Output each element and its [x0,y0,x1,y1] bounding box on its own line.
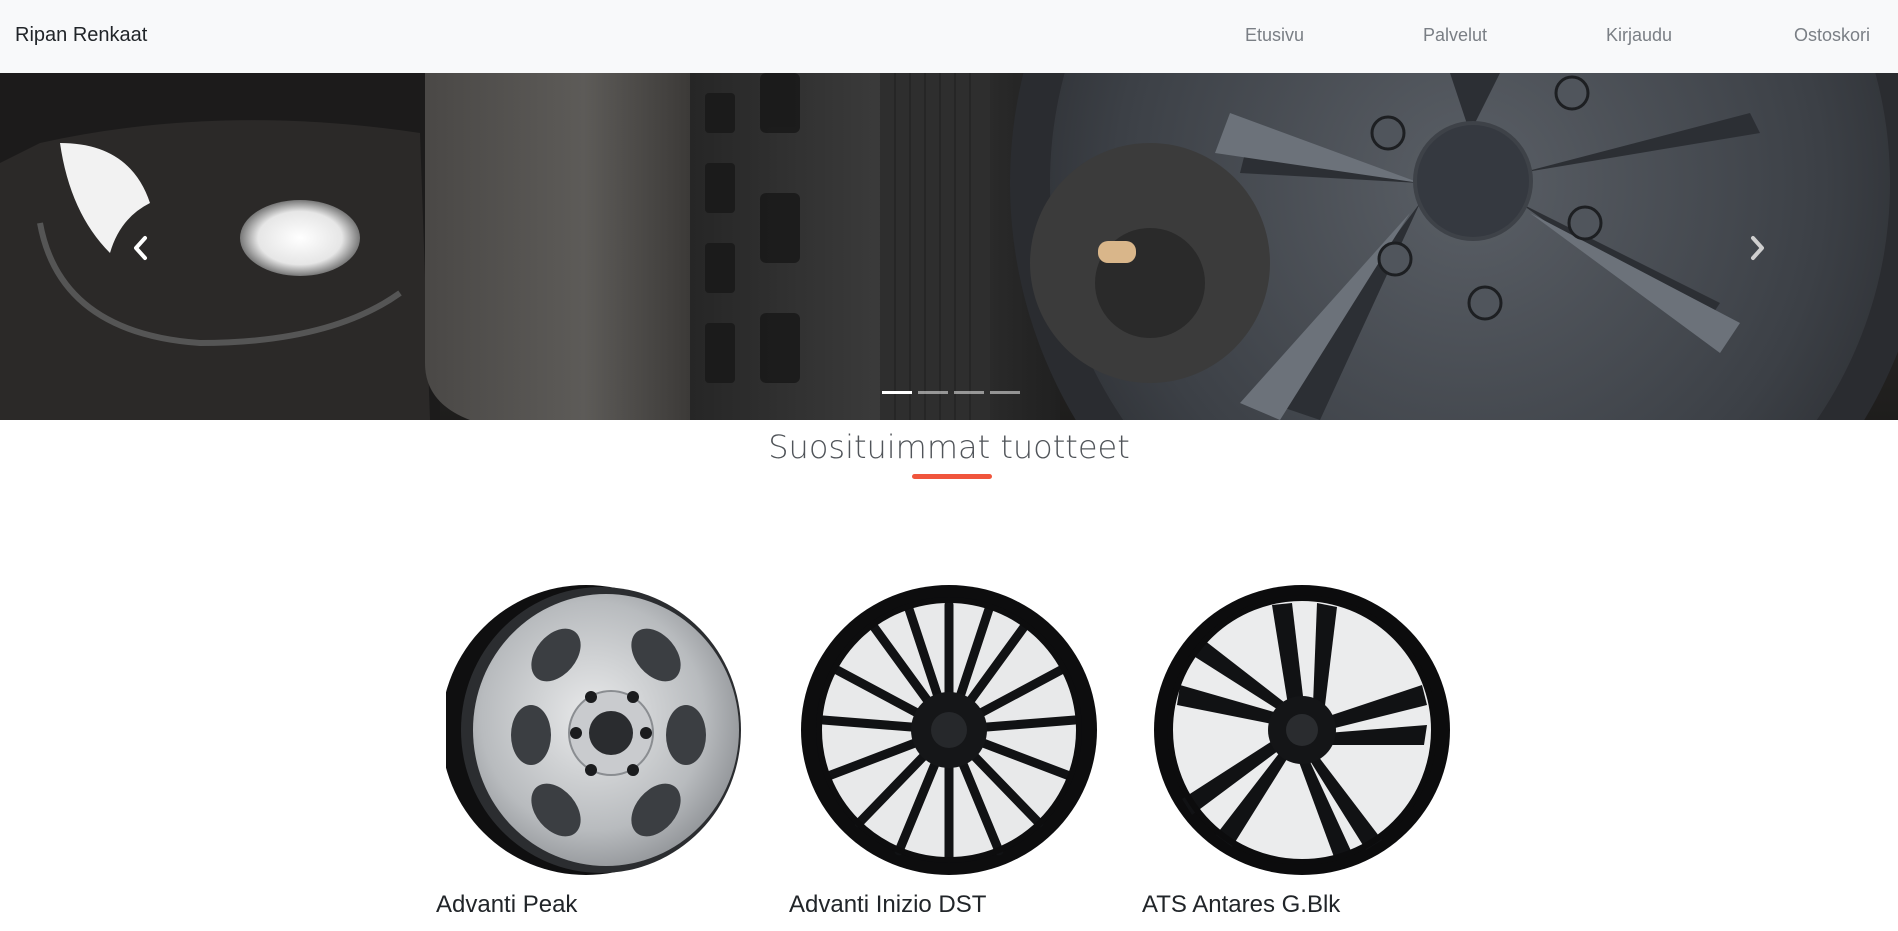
product-name[interactable]: ATS Antares G.Blk [1142,891,1340,919]
brand-link[interactable]: Ripan Renkaat [15,24,147,47]
carousel-indicator-2[interactable] [918,391,948,394]
carousel-next-button[interactable] [1728,223,1788,273]
nav-link-etusivu[interactable]: Etusivu [1245,25,1304,46]
hero-carousel [0,73,1898,420]
carousel-indicator-1[interactable] [882,391,912,394]
hero-slide-image [0,73,1898,420]
product-name[interactable]: Advanti Inizio DST [789,891,986,919]
section-title: Suosituimmat tuotteet [768,428,1130,466]
carousel-indicators [882,391,1020,394]
nav-link-kirjaudu[interactable]: Kirjaudu [1606,25,1672,46]
nav-link-palvelut[interactable]: Palvelut [1423,25,1487,46]
carousel-indicator-4[interactable] [990,391,1020,394]
nav-link-ostoskori[interactable]: Ostoskori [1794,25,1870,46]
navbar: Ripan Renkaat Etusivu Palvelut Kirjaudu … [0,0,1898,73]
chevron-right-icon [1751,236,1764,260]
title-underline [912,474,992,479]
carousel-indicator-3[interactable] [954,391,984,394]
chevron-left-icon [134,236,147,260]
product-image [801,585,1097,875]
product-image [446,585,741,875]
product-name[interactable]: Advanti Peak [436,891,577,919]
product-image [1154,585,1450,875]
carousel-prev-button[interactable] [110,223,170,273]
